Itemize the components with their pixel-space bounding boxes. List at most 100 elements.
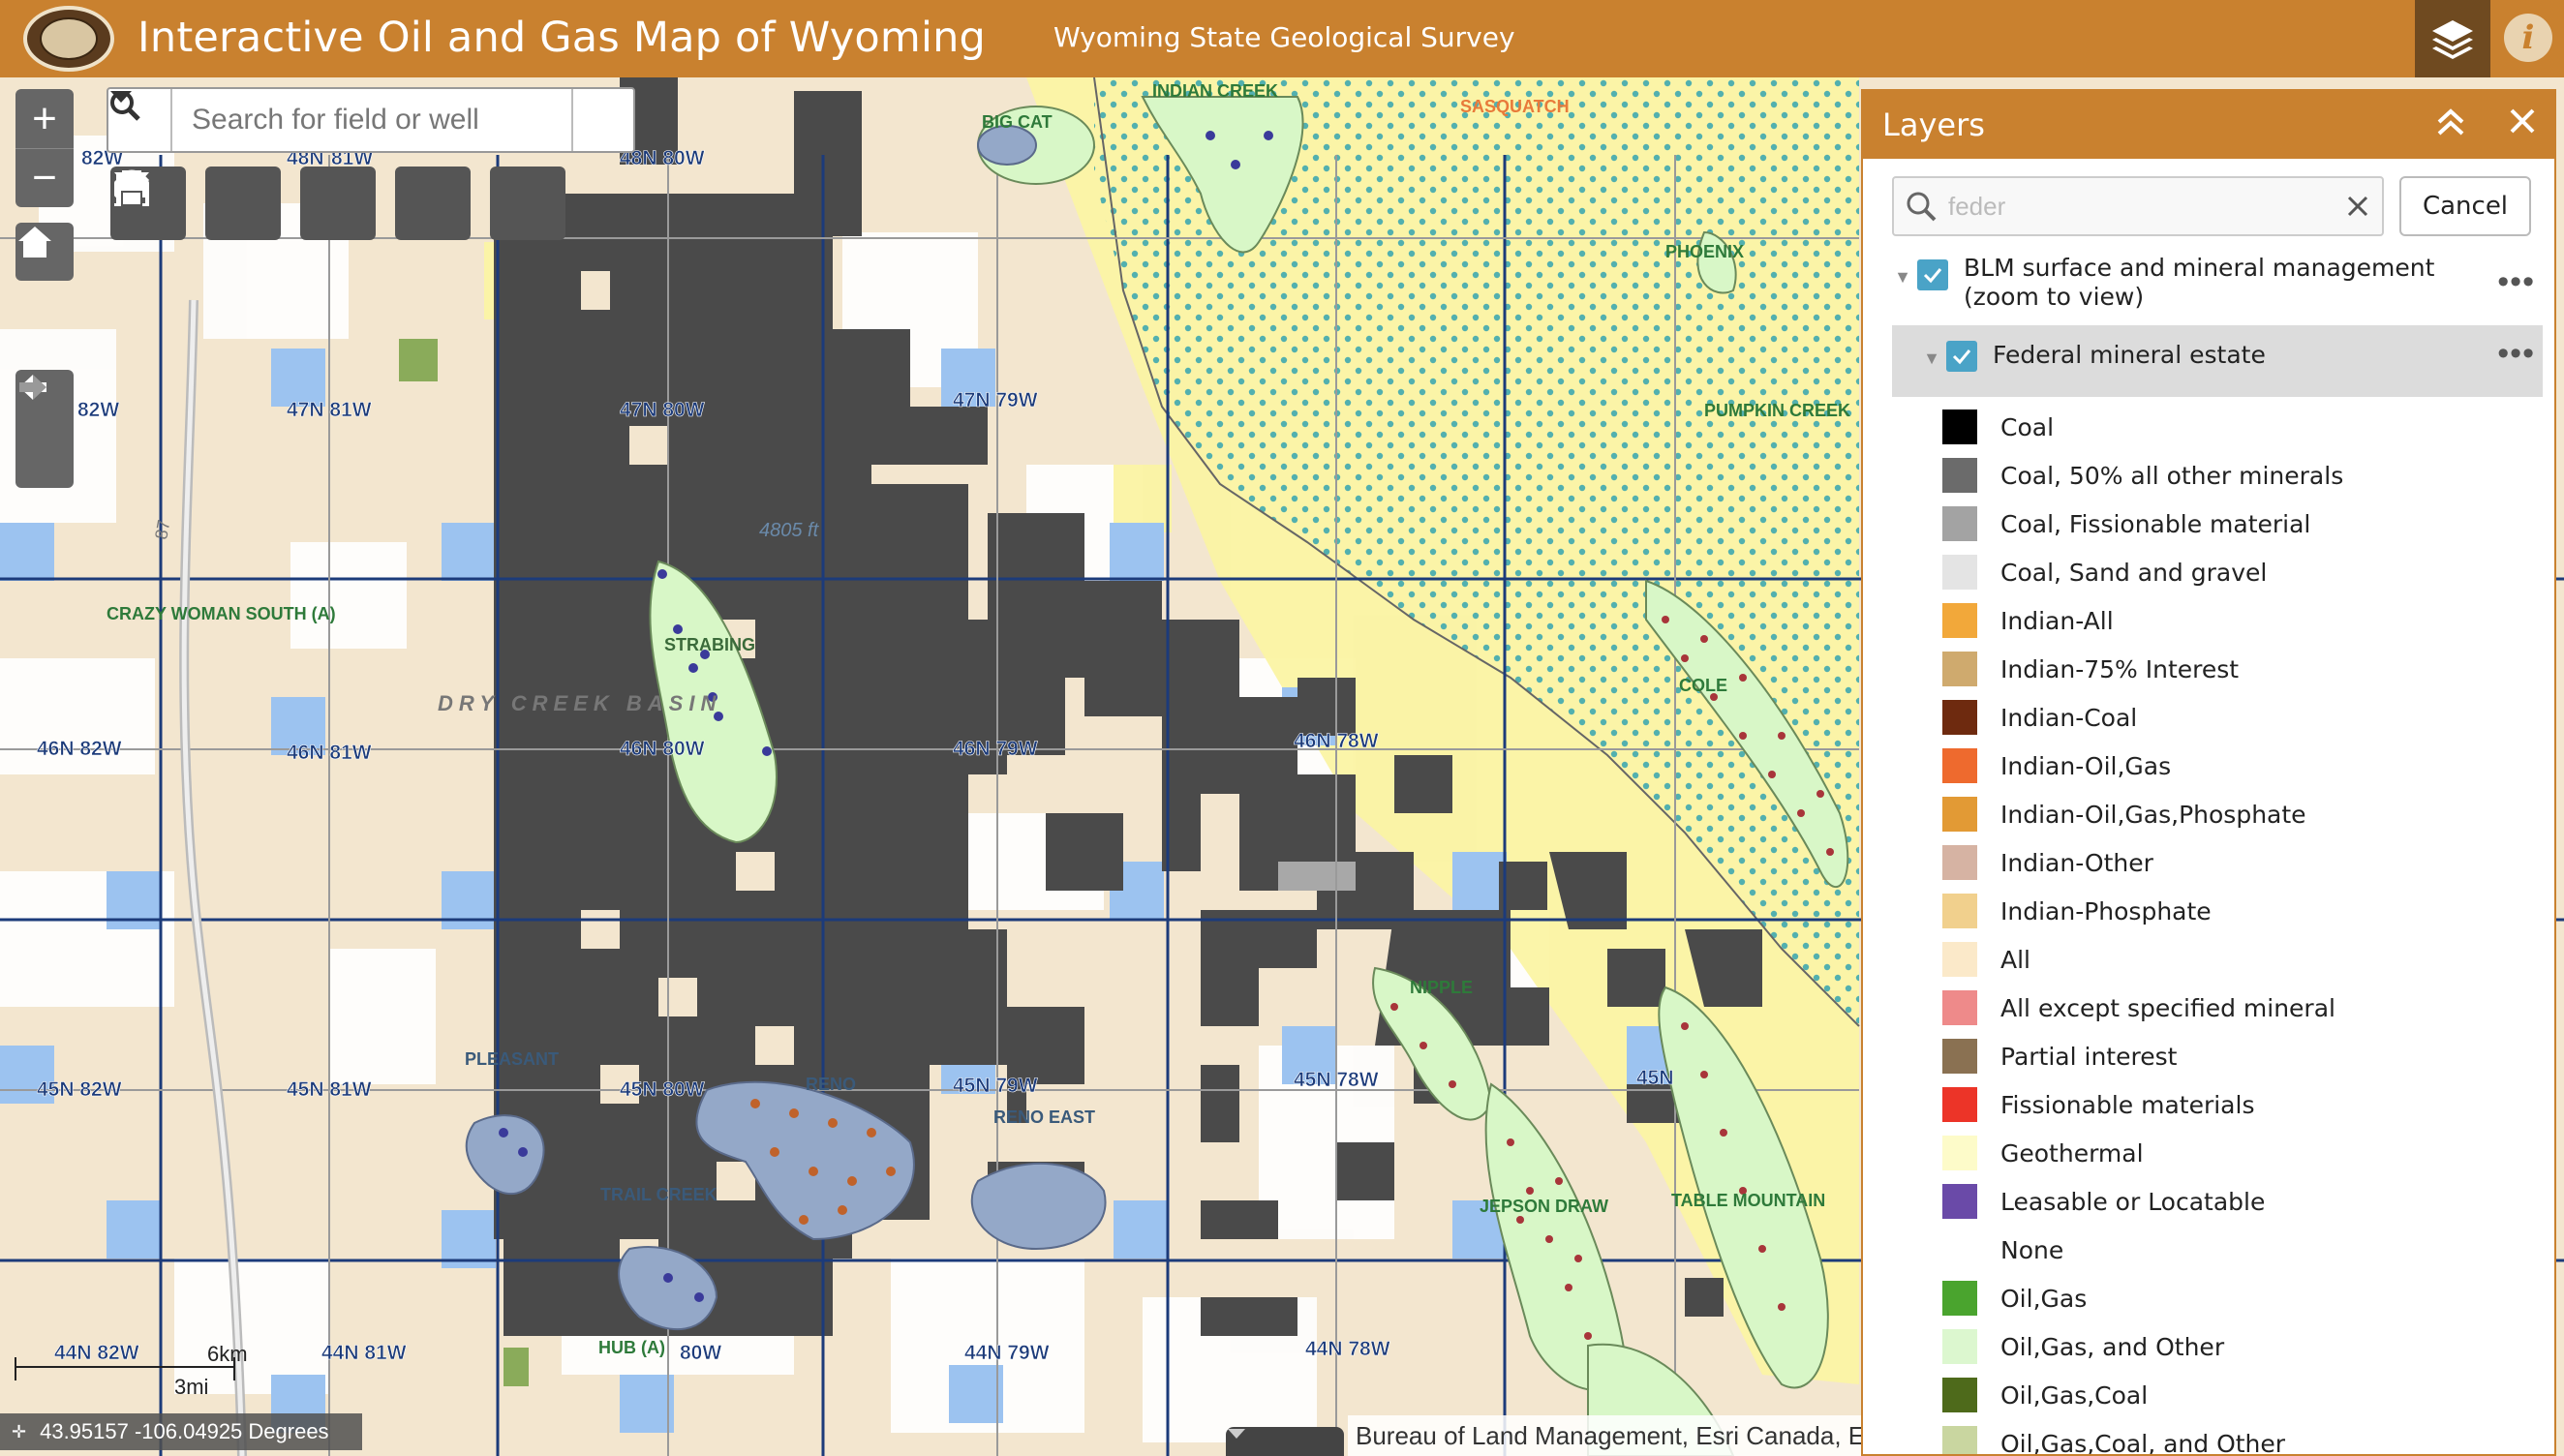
- field-label: NIPPLE: [1410, 978, 1473, 997]
- wsgs-seal-logo: [23, 6, 114, 72]
- measure-button[interactable]: [113, 167, 376, 240]
- legend-item: Coal, Fissionable material: [1942, 500, 2523, 548]
- basemap-button[interactable]: [117, 167, 471, 240]
- legend-item: Oil,Gas, and Other: [1942, 1322, 2523, 1371]
- layer-visibility-checkbox[interactable]: [1946, 341, 1977, 372]
- next-extent-button[interactable]: [15, 375, 74, 488]
- legend-item: Leasable or Locatable: [1942, 1177, 2523, 1226]
- field-label: COLE: [1679, 676, 1727, 695]
- legend-label: Oil,Gas,Coal: [2000, 1380, 2149, 1410]
- layer-visibility-checkbox[interactable]: [1917, 259, 1948, 290]
- legend-item: Coal: [1942, 403, 2523, 451]
- township-label: 44N 81W: [321, 1342, 407, 1364]
- legend-swatch: [1942, 603, 1977, 638]
- highway-label: 87: [151, 518, 173, 540]
- township-label: 45N: [1636, 1067, 1674, 1089]
- township-label: 44N 79W: [964, 1342, 1050, 1364]
- township-label: 45N 80W: [620, 1078, 705, 1101]
- search-button[interactable]: [110, 89, 633, 151]
- expand-caret-icon[interactable]: ▼: [1892, 335, 1946, 369]
- chart-button[interactable]: [114, 167, 281, 240]
- close-panel-button[interactable]: [2508, 105, 2537, 144]
- township-label: 46N 78W: [1294, 730, 1379, 752]
- legend-swatch: [1942, 1184, 1977, 1219]
- legend-item: Coal, 50% all other minerals: [1942, 451, 2523, 500]
- legend-swatch: [1942, 506, 1977, 541]
- legend-swatch: [1942, 797, 1977, 832]
- township-label: 47N 80W: [620, 399, 705, 421]
- map-attribution: Bureau of Land Management, Esri Canada, …: [1348, 1415, 1861, 1456]
- legend-item: Oil,Gas,Coal, and Other: [1942, 1419, 2523, 1456]
- legend-item: Geothermal: [1942, 1129, 2523, 1177]
- layer-item-federal-mineral-estate: ▼ Federal mineral estate •••: [1892, 325, 2543, 397]
- field-label: PHOENIX: [1665, 242, 1744, 261]
- legend-label: Oil,Gas,Coal, and Other: [2000, 1429, 2286, 1456]
- coordinate-readout: ✛ 43.95157 -106.04925 Degrees: [0, 1413, 362, 1450]
- layers-panel-header: Layers: [1863, 91, 2554, 159]
- layers-button[interactable]: [2415, 0, 2490, 77]
- legend-label: Indian-Oil,Gas: [2000, 751, 2172, 780]
- more-options-icon[interactable]: •••: [2497, 335, 2535, 373]
- legend-label: Geothermal: [2000, 1138, 2144, 1168]
- township-label: 44N 78W: [1305, 1338, 1390, 1360]
- clear-filter-button[interactable]: [2334, 188, 2382, 226]
- legend-label: All: [2000, 945, 2030, 974]
- basin-label: DRY CREEK BASIN: [438, 691, 721, 715]
- township-label: 45N 79W: [953, 1075, 1038, 1097]
- field-label: TABLE MOUNTAIN: [1671, 1191, 1825, 1210]
- legend-item: Indian-Other: [1942, 838, 2523, 887]
- legend-label: Indian-Oil,Gas,Phosphate: [2000, 800, 2306, 829]
- township-label: 46N 79W: [953, 738, 1038, 760]
- legend-label: Indian-Other: [2000, 848, 2153, 877]
- layer-filter-input[interactable]: feder: [1892, 176, 2384, 236]
- layers-panel-title: Layers: [1882, 106, 1985, 143]
- coordinate-value: 43.95157 -106.04925 Degrees: [40, 1419, 329, 1443]
- print-button[interactable]: [114, 167, 565, 240]
- field-label: RENO EAST: [993, 1107, 1095, 1127]
- legend-swatch: [1942, 1426, 1977, 1454]
- township-label: 47N 79W: [953, 389, 1038, 411]
- field-label: TRAIL CREEK: [600, 1185, 717, 1204]
- layer-label: Federal mineral estate: [1993, 341, 2266, 369]
- layers-icon: [2432, 20, 2473, 59]
- legend-swatch: [1942, 1136, 1977, 1170]
- legend-swatch: [1942, 990, 1977, 1025]
- legend-swatch: [1942, 1039, 1977, 1074]
- elevation-label: 4805 ft: [759, 520, 820, 541]
- zoom-out-button[interactable]: −: [15, 148, 74, 207]
- toolbar: [110, 167, 565, 240]
- layer-legend: Coal Coal, 50% all other minerals Coal, Fi…: [1942, 403, 2523, 1456]
- field-label: SASQUATCH: [1460, 97, 1570, 116]
- legend-label: Coal, Sand and gravel: [2000, 558, 2268, 587]
- legend-swatch: [1942, 555, 1977, 590]
- app-header: Interactive Oil and Gas Map of Wyoming W…: [0, 0, 2564, 77]
- cancel-filter-button[interactable]: Cancel: [2399, 176, 2531, 236]
- field-label: PLEASANT: [465, 1049, 559, 1069]
- legend-swatch: [1942, 700, 1977, 735]
- expand-caret-icon[interactable]: ▼: [1888, 254, 1917, 288]
- legend-label: Coal, 50% all other minerals: [2000, 461, 2344, 490]
- zoom-in-button[interactable]: +: [15, 89, 74, 148]
- info-icon[interactable]: i: [2504, 14, 2552, 62]
- collapse-panel-button[interactable]: [2434, 106, 2467, 147]
- close-icon: [2347, 196, 2368, 216]
- extent-nav: [15, 370, 74, 488]
- home-button[interactable]: [15, 223, 74, 281]
- legend-swatch: [1942, 410, 1977, 444]
- arrow-right-icon: [19, 375, 46, 400]
- check-icon: [1952, 349, 1971, 365]
- field-label: JEPSON DRAW: [1480, 1197, 1608, 1216]
- legend-swatch: [1942, 894, 1977, 928]
- layer-filter-value: feder: [1948, 191, 2006, 221]
- legend-swatch: [1942, 748, 1977, 783]
- more-options-icon[interactable]: •••: [2497, 263, 2535, 301]
- legend-item: All except specified mineral: [1942, 984, 2523, 1032]
- layer-label: BLM surface and mineral management (zoom…: [1964, 254, 2435, 311]
- attribution-toggle[interactable]: [1226, 1427, 1344, 1456]
- double-chevron-up-icon: [2437, 108, 2464, 136]
- crosshair-icon[interactable]: ✛: [12, 1422, 26, 1442]
- legend-swatch: [1942, 1329, 1977, 1364]
- legend-label: None: [2000, 1235, 2064, 1264]
- search-input[interactable]: Search for field or well: [172, 89, 571, 151]
- scale-bar: 6km 3mi: [14, 1342, 248, 1399]
